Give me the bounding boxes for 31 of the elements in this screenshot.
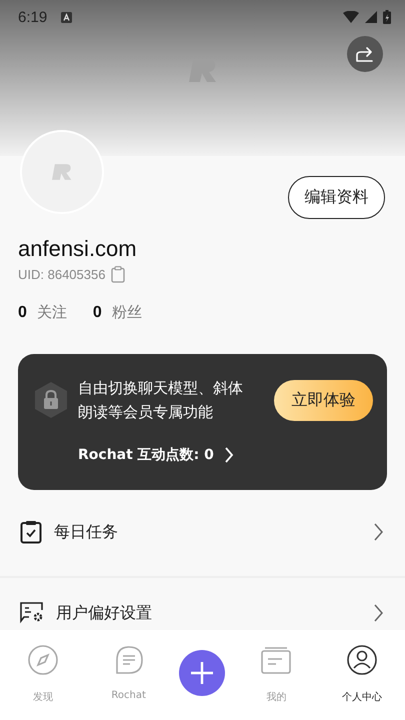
chevron-right-icon: [373, 604, 383, 622]
stat-label: 粉丝: [112, 303, 142, 322]
clipboard-check-icon: [20, 520, 42, 544]
lock-icon: [34, 382, 68, 418]
try-now-button[interactable]: 立即体验: [274, 380, 373, 420]
signal-icon: [365, 11, 377, 23]
battery-icon: [383, 10, 391, 24]
compass-icon: [26, 644, 59, 676]
add-button[interactable]: [179, 650, 226, 696]
notification-icon: [61, 12, 72, 22]
status-time: 6:19: [18, 8, 48, 26]
chevron-right-icon: [373, 523, 383, 541]
stat-label: 关注: [36, 303, 67, 322]
tab-item[interactable]: 个人中心: [327, 644, 398, 704]
user-id: UID: 86405356: [18, 267, 106, 282]
cards-icon: [260, 644, 292, 676]
plus-icon: [190, 661, 214, 685]
share-button[interactable]: [347, 36, 383, 72]
stat-count: 0: [92, 304, 102, 322]
edit-profile-button[interactable]: 编辑资料: [288, 176, 385, 219]
vip-description: 自由切换聊天模型、斜体朗读等会员专属功能: [78, 378, 244, 423]
user-icon: [346, 644, 378, 676]
chevron-right-icon: [224, 446, 234, 464]
wifi-icon: [343, 11, 359, 23]
stat-count: 0: [18, 304, 27, 322]
settings-chat-icon: [20, 602, 44, 624]
copy-icon[interactable]: [111, 266, 126, 283]
share-icon: [355, 45, 375, 63]
user-name: anfensi.com: [18, 236, 138, 262]
menu-item[interactable]: 每日任务: [0, 500, 405, 564]
points-link[interactable]: Rochat 互动点数: 0: [78, 446, 234, 464]
